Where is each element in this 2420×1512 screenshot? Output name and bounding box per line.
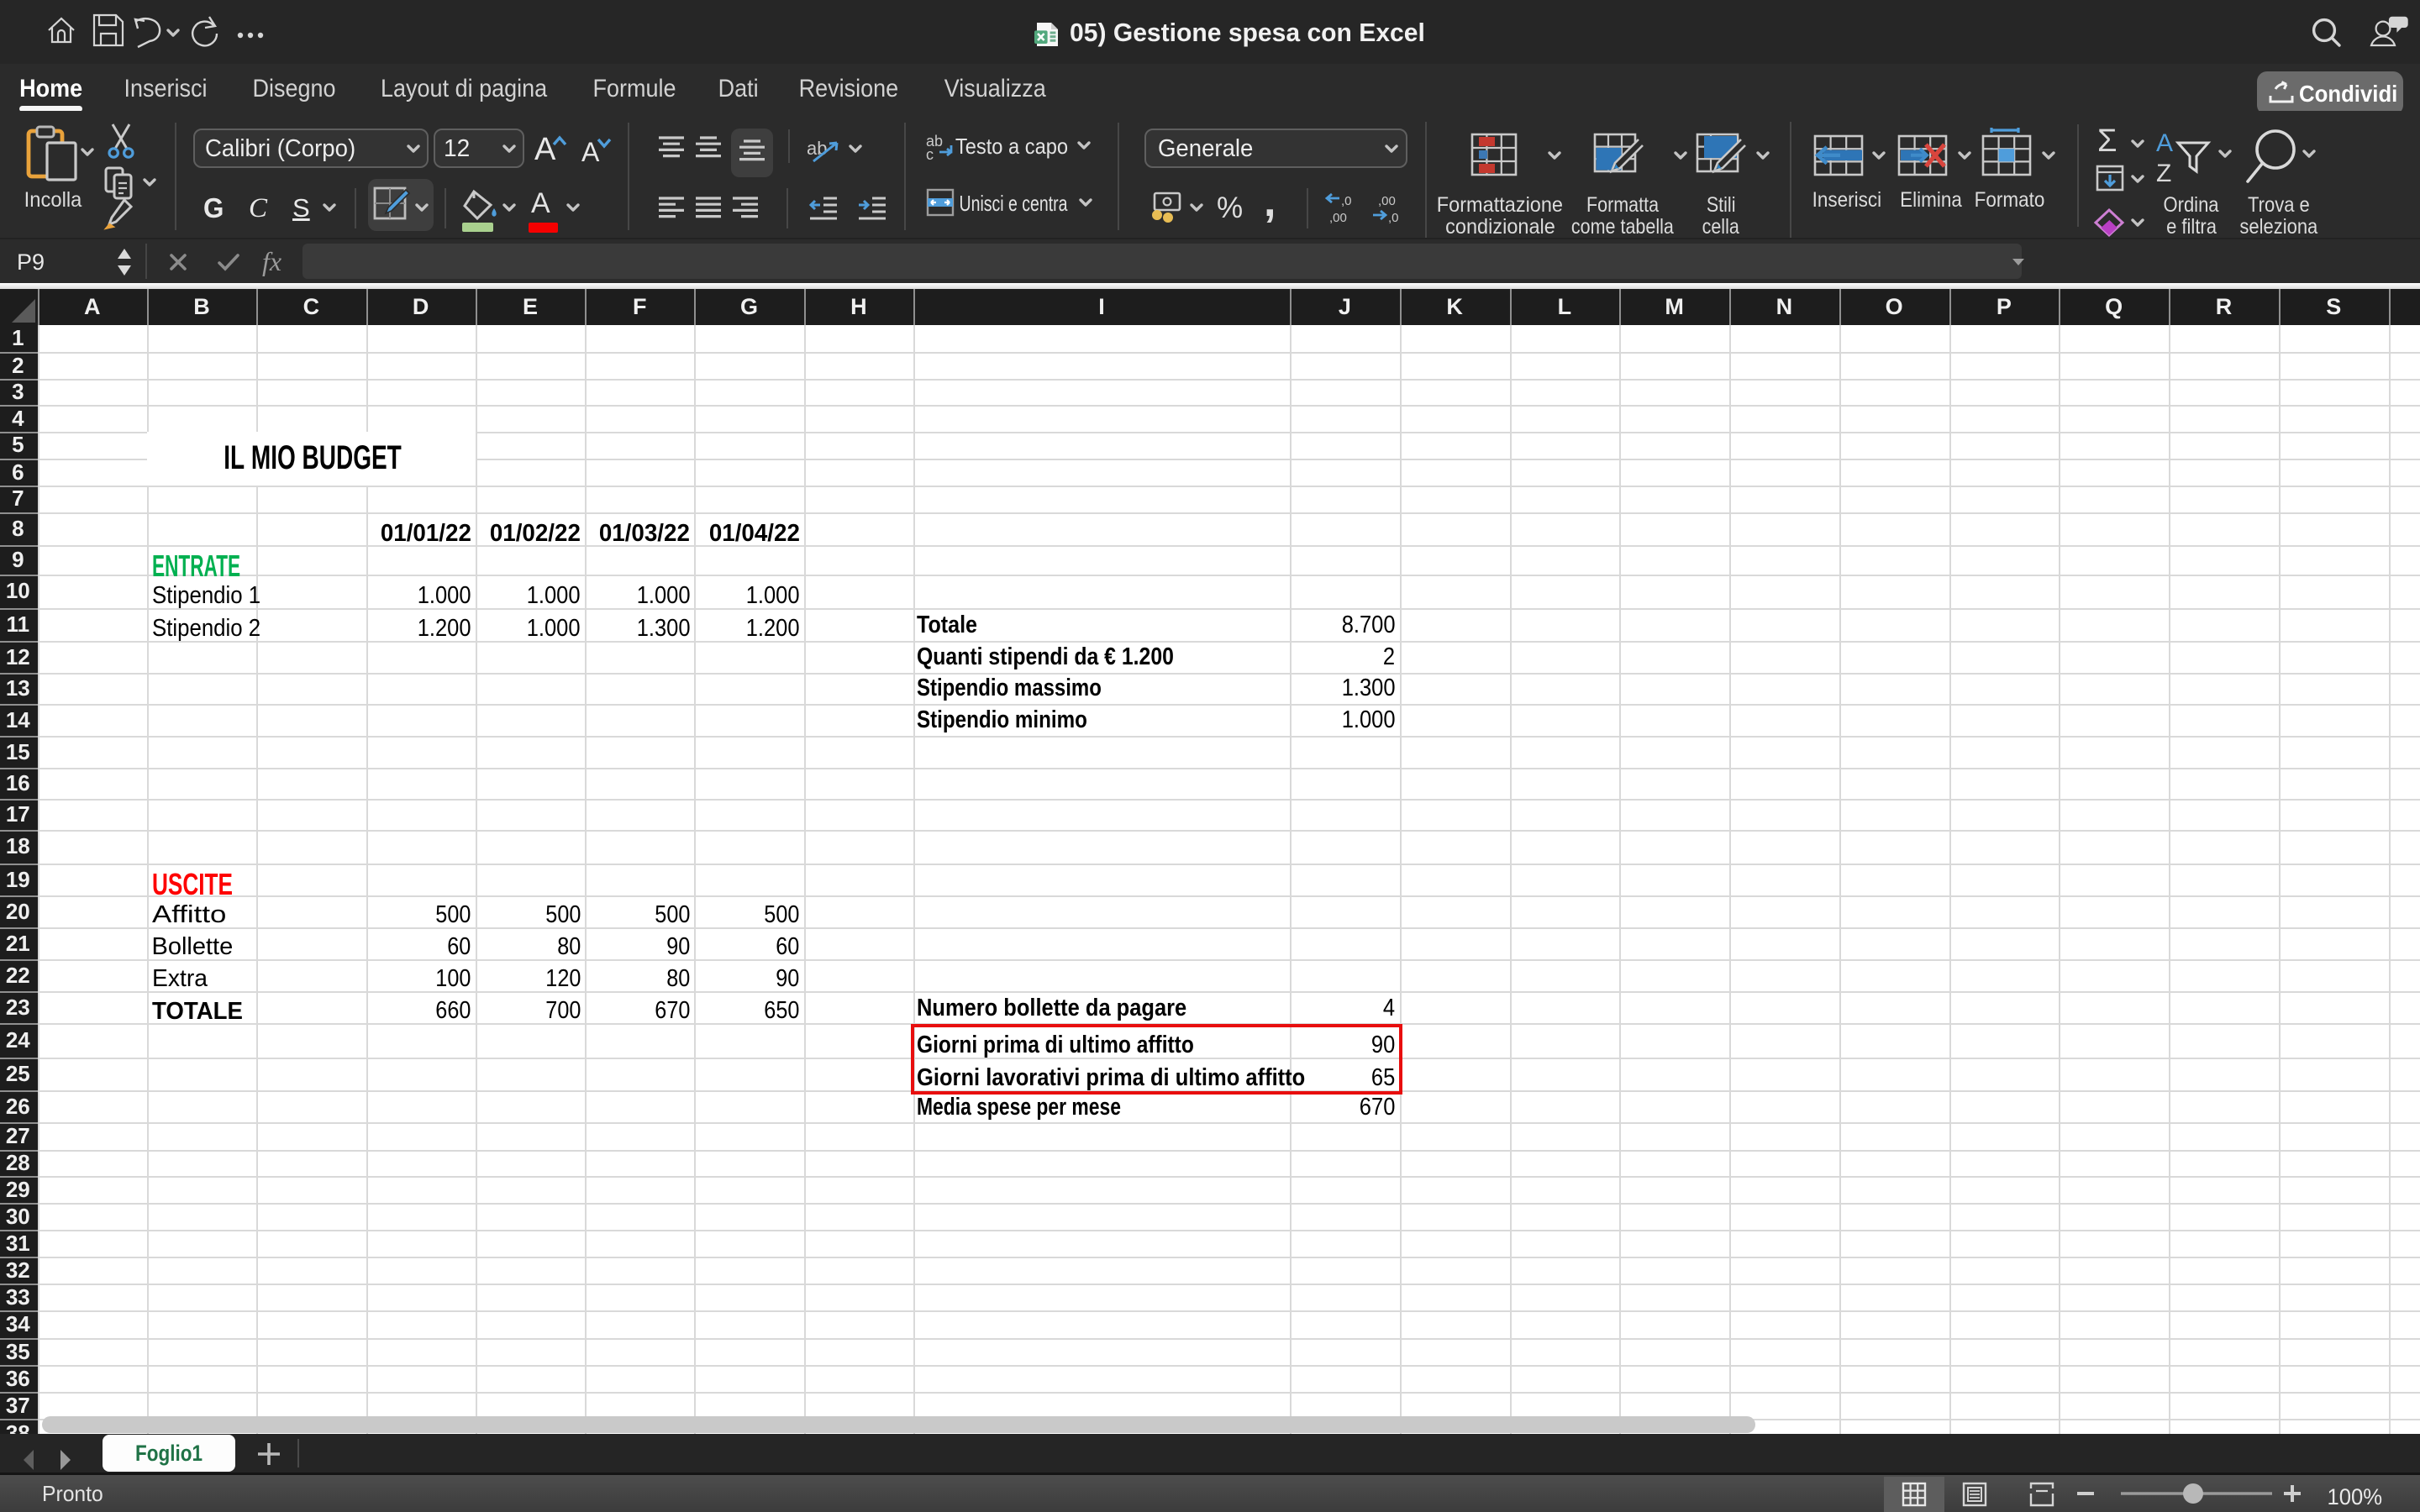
svg-text:,00: ,00 — [1378, 194, 1396, 208]
svg-text:ab: ab — [807, 138, 827, 159]
svg-text:,00: ,00 — [1329, 211, 1347, 225]
svg-text:,0: ,0 — [1388, 211, 1399, 225]
svg-text:,0: ,0 — [1341, 194, 1352, 208]
svg-text:c: c — [926, 146, 934, 163]
svg-text:Z: Z — [2156, 160, 2171, 187]
svg-text:A: A — [2156, 129, 2173, 157]
